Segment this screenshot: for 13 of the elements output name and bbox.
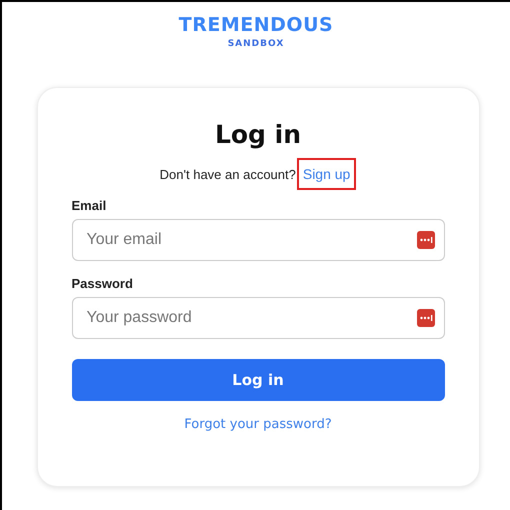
email-field[interactable]: Your email bbox=[72, 219, 444, 261]
password-manager-icon[interactable] bbox=[416, 231, 434, 249]
password-manager-icon[interactable] bbox=[416, 309, 434, 327]
field-label: Password bbox=[72, 276, 134, 291]
password-field[interactable]: Your password bbox=[72, 297, 444, 339]
page-title: Log in bbox=[214, 119, 302, 151]
signup-prompt: Don't have an account? bbox=[160, 166, 296, 182]
forgot-password-link[interactable]: Forgot your password? bbox=[184, 417, 332, 432]
environment-label: SANDBOX bbox=[228, 38, 284, 51]
field-label: Email bbox=[72, 198, 108, 213]
signup-link[interactable]: Sign up bbox=[296, 158, 356, 190]
brand-logo: TREMENDOUS bbox=[178, 13, 334, 37]
login-button[interactable]: Log in bbox=[72, 359, 444, 401]
